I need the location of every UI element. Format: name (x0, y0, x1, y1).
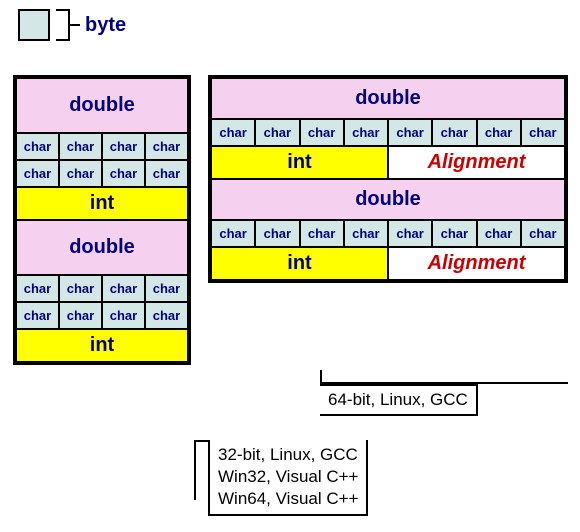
char-cell: char (255, 119, 299, 146)
char-cell: char (344, 119, 388, 146)
char-cell: char (211, 119, 255, 146)
legend-byte-box (18, 9, 50, 41)
char-cell: char (477, 119, 521, 146)
caption-32bit-line: Win32, Visual C++ (218, 466, 358, 488)
char-cell: char (388, 119, 432, 146)
legend-bracket (56, 9, 70, 41)
layout-64bit: double char char char char char char cha… (208, 75, 568, 283)
double-field: double (211, 78, 565, 119)
char-row: char char char char char char char char (211, 119, 565, 146)
caption-bracket-64 (320, 370, 568, 384)
char-cell: char (255, 220, 299, 247)
char-row: char char char char char char char char (211, 220, 565, 247)
char-cell: char (145, 160, 188, 187)
char-cell: char (16, 160, 59, 187)
char-row: char char char char (16, 160, 188, 187)
char-cell: char (102, 160, 145, 187)
int-align-row: int Alignment (211, 146, 565, 179)
char-cell: char (16, 133, 59, 160)
char-cell: char (59, 133, 102, 160)
char-cell: char (300, 119, 344, 146)
caption-64bit: 64-bit, Linux, GCC (320, 384, 478, 416)
int-field: int (211, 247, 388, 280)
int-row: int (16, 187, 188, 220)
char-cell: char (388, 220, 432, 247)
caption-32bit-line: Win64, Visual C++ (218, 488, 358, 510)
char-cell: char (145, 133, 188, 160)
int-row: int (16, 329, 188, 362)
char-cell: char (59, 275, 102, 302)
char-cell: char (521, 220, 565, 247)
char-cell: char (16, 275, 59, 302)
char-cell: char (16, 302, 59, 329)
double-field: double (16, 220, 188, 275)
char-cell: char (211, 220, 255, 247)
char-cell: char (102, 275, 145, 302)
legend-label: byte (85, 14, 126, 37)
char-cell: char (145, 302, 188, 329)
char-row: char char char char (16, 133, 188, 160)
char-cell: char (59, 160, 102, 187)
char-row: char char char char (16, 275, 188, 302)
char-row: char char char char (16, 302, 188, 329)
layout-32bit: double char char char char char char cha… (13, 75, 191, 365)
double-field: double (211, 179, 565, 220)
char-cell: char (521, 119, 565, 146)
caption-bracket-32 (194, 440, 208, 500)
legend: byte (18, 9, 126, 41)
char-cell: char (102, 302, 145, 329)
char-cell: char (102, 133, 145, 160)
char-cell: char (145, 275, 188, 302)
alignment-padding: Alignment (388, 247, 565, 280)
char-cell: char (344, 220, 388, 247)
caption-32bit: 32-bit, Linux, GCC Win32, Visual C++ Win… (208, 440, 368, 516)
char-cell: char (432, 220, 476, 247)
char-cell: char (432, 119, 476, 146)
char-cell: char (477, 220, 521, 247)
alignment-padding: Alignment (388, 146, 565, 179)
legend-tick (70, 24, 80, 26)
char-cell: char (59, 302, 102, 329)
char-cell: char (300, 220, 344, 247)
int-field: int (16, 187, 188, 220)
double-field: double (16, 78, 188, 133)
int-field: int (16, 329, 188, 362)
caption-32bit-line: 32-bit, Linux, GCC (218, 444, 358, 466)
int-field: int (211, 146, 388, 179)
int-align-row: int Alignment (211, 247, 565, 280)
